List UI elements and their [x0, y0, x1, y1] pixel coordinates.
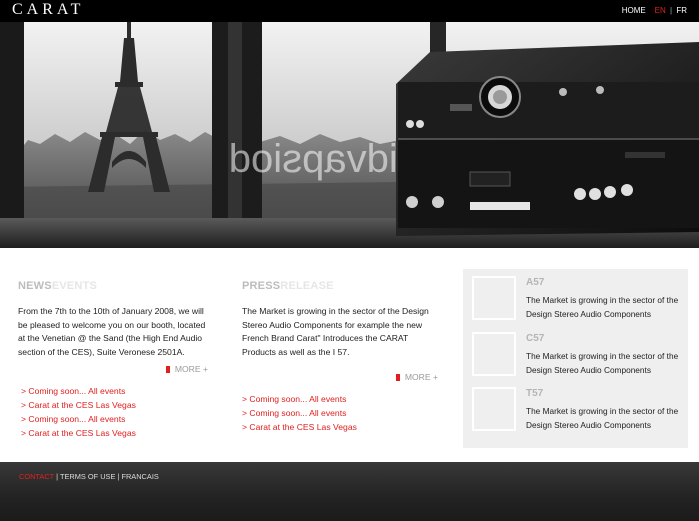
press-link-2[interactable]: > Coming soon... All events: [242, 406, 438, 420]
nav-separator: |: [670, 6, 673, 15]
product-name[interactable]: A57: [526, 277, 544, 288]
news-more-label: MORE +: [174, 364, 208, 375]
nav-en-link[interactable]: EN: [655, 6, 666, 15]
news-heading-sub: EVENTS: [51, 280, 98, 292]
press-links: > Coming soon... All events > Coming soo…: [242, 392, 438, 434]
footer-separator: |: [56, 472, 59, 481]
footer-francais-link[interactable]: FRANCAIS: [121, 472, 158, 481]
carat-logo[interactable]: CARAT: [12, 1, 84, 19]
news-link-3[interactable]: > Coming soon... All events: [21, 412, 208, 426]
product-a57[interactable]: A57 The Market is growing in the sector …: [463, 276, 688, 326]
hero-overlay-text: pidvapsiod: [229, 137, 420, 181]
product-c57[interactable]: C57 The Market is growing in the sector …: [463, 332, 688, 382]
press-section: PRESSRELEASE The Market is growing in th…: [242, 248, 438, 434]
press-heading-main: PRESS: [242, 280, 281, 292]
news-more-link[interactable]: MORE +: [18, 364, 208, 374]
press-more-link[interactable]: MORE +: [242, 372, 438, 382]
product-t57[interactable]: T57 The Market is growing in the sector …: [463, 387, 688, 437]
nav-fr-link[interactable]: FR: [676, 6, 687, 15]
red-marker-icon: [395, 374, 400, 382]
news-body: From the 7th to the 10th of January 2008…: [18, 306, 206, 357]
news-link-1[interactable]: > Coming soon... All events: [21, 384, 208, 398]
news-section: NEWSEVENTS From the 7th to the 10th of J…: [18, 248, 208, 440]
news-link-4[interactable]: > Carat at the CES Las Vegas: [21, 426, 208, 440]
product-description: The Market is growing in the sector of t…: [526, 351, 679, 375]
product-description: The Market is growing in the sector of t…: [526, 406, 679, 430]
news-link-2[interactable]: > Carat at the CES Las Vegas: [21, 398, 208, 412]
press-more-label: MORE +: [404, 372, 438, 383]
press-link-1[interactable]: > Coming soon... All events: [242, 392, 438, 406]
footer-nav: CONTACT | TERMS OF USE | FRANCAIS: [19, 472, 159, 481]
product-name[interactable]: C57: [526, 333, 544, 344]
product-thumbnail[interactable]: [472, 276, 516, 320]
products-panel: A57 The Market is growing in the sector …: [463, 269, 688, 448]
footer-terms-link[interactable]: TERMS OF USE: [60, 472, 115, 481]
nav-home-link[interactable]: HOME: [622, 6, 646, 15]
press-heading-sub: RELEASE: [280, 280, 334, 292]
news-heading-main: NEWS: [18, 280, 52, 292]
press-body: The Market is growing in the sector of t…: [242, 306, 429, 357]
hero-image: pidvapsiod: [0, 22, 699, 248]
product-thumbnail[interactable]: [472, 332, 516, 376]
top-nav: HOME EN | FR: [622, 6, 687, 15]
product-name[interactable]: T57: [526, 388, 543, 399]
footer-separator: |: [117, 472, 120, 481]
press-link-3[interactable]: > Carat at the CES Las Vegas: [242, 420, 438, 434]
product-thumbnail[interactable]: [472, 387, 516, 431]
news-links: > Coming soon... All events > Carat at t…: [21, 384, 208, 440]
footer-contact-link[interactable]: CONTACT: [19, 472, 54, 481]
product-description: The Market is growing in the sector of t…: [526, 295, 679, 319]
press-heading: PRESSRELEASE: [242, 280, 438, 292]
hero-banner: pidvapsiod: [0, 22, 699, 248]
footer: CONTACT | TERMS OF USE | FRANCAIS: [0, 462, 699, 521]
news-heading: NEWSEVENTS: [18, 280, 208, 292]
red-marker-icon: [165, 366, 170, 374]
content-area: NEWSEVENTS From the 7th to the 10th of J…: [0, 248, 699, 462]
top-bar: CARAT HOME EN | FR: [0, 0, 699, 22]
